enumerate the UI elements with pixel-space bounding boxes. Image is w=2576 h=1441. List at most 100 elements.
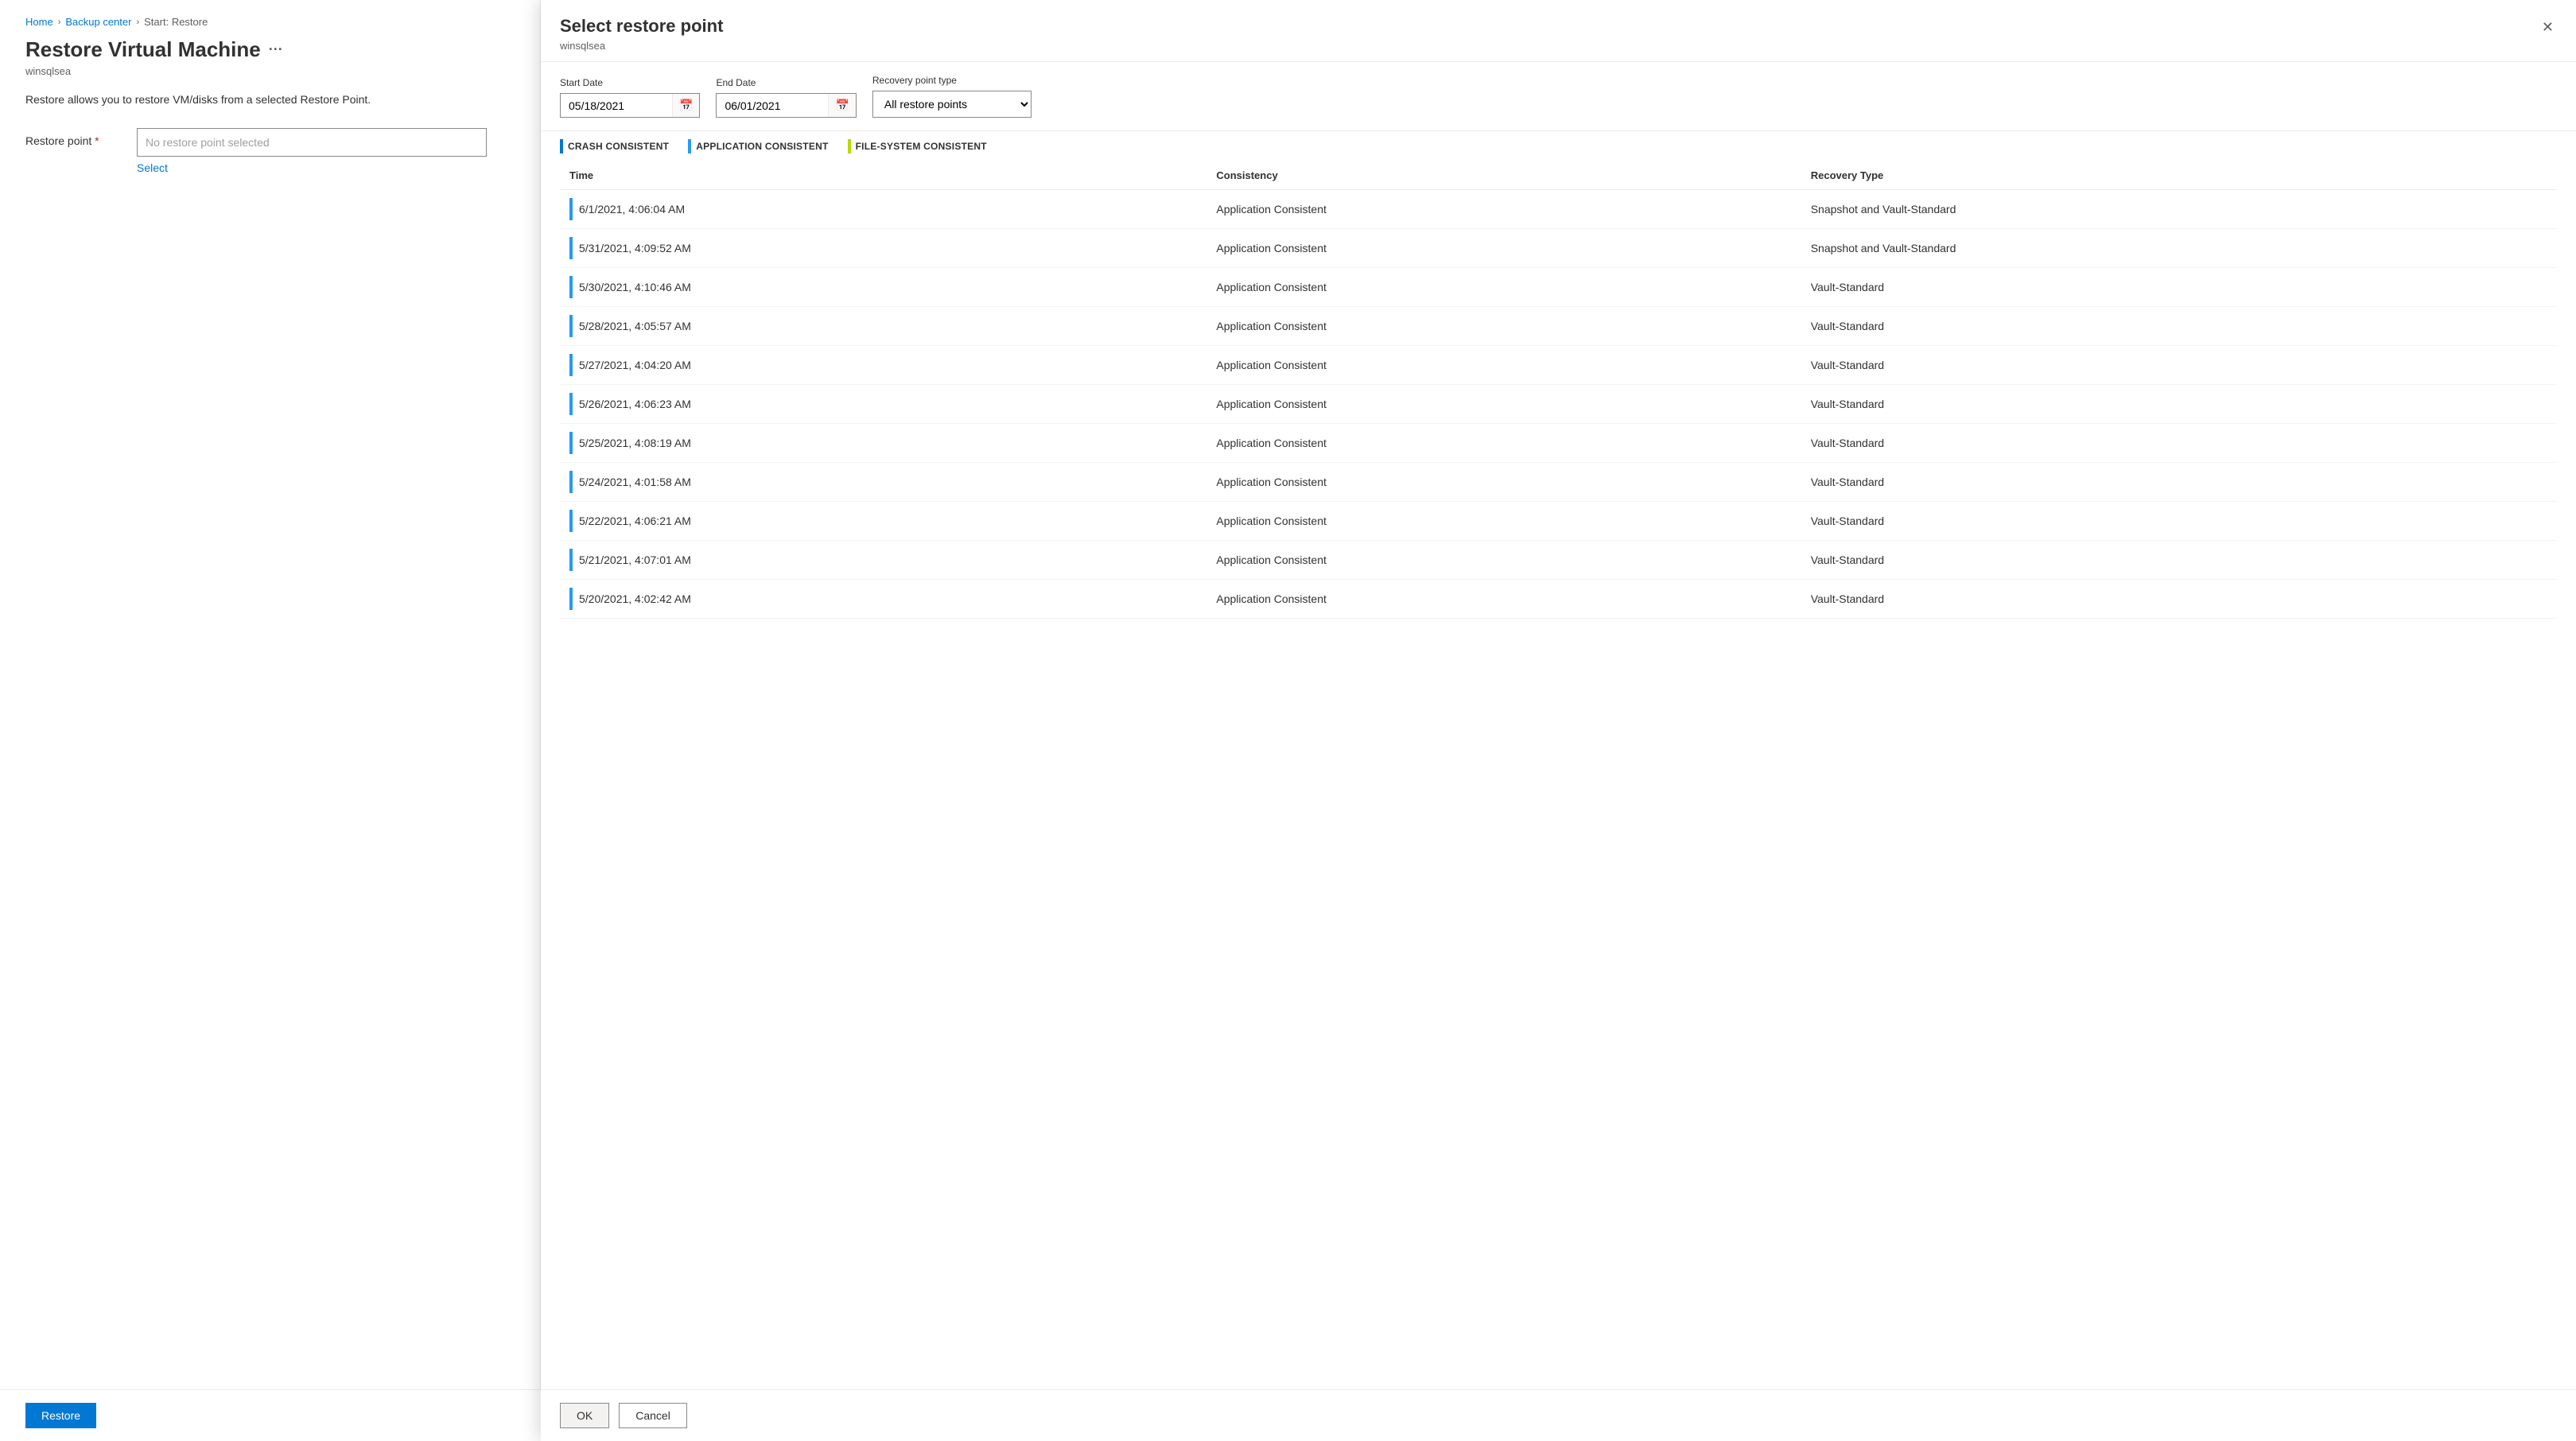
time-cell: 5/21/2021, 4:07:01 AM [560, 541, 1206, 580]
consistency-cell: Application Consistent [1206, 229, 1801, 268]
time-cell: 6/1/2021, 4:06:04 AM [560, 190, 1206, 229]
recovery-type-cell: Vault-Standard [1801, 385, 2557, 424]
bottom-bar: Restore [0, 1389, 541, 1441]
end-date-input[interactable] [717, 95, 828, 117]
consistency-cell: Application Consistent [1206, 307, 1801, 346]
table-row[interactable]: 5/24/2021, 4:01:58 AM Application Consis… [560, 463, 2557, 502]
row-indicator [569, 276, 573, 298]
recovery-type-cell: Vault-Standard [1801, 268, 2557, 307]
restore-points-table-wrap: Time Consistency Recovery Type 6/1/2021,… [541, 161, 2576, 1389]
description-text: Restore allows you to restore VM/disks f… [25, 93, 515, 106]
recovery-type-cell: Snapshot and Vault-Standard [1801, 190, 2557, 229]
table-row[interactable]: 5/25/2021, 4:08:19 AM Application Consis… [560, 424, 2557, 463]
modal-filters: Start Date 📅 End Date 📅 Recovery point t… [541, 62, 2576, 131]
end-date-calendar-icon[interactable]: 📅 [828, 94, 855, 117]
table-row[interactable]: 5/28/2021, 4:05:57 AM Application Consis… [560, 307, 2557, 346]
row-indicator [569, 549, 573, 571]
consistency-cell: Application Consistent [1206, 580, 1801, 619]
recovery-type-cell: Vault-Standard [1801, 424, 2557, 463]
recovery-type-cell: Vault-Standard [1801, 346, 2557, 385]
table-row[interactable]: 5/26/2021, 4:06:23 AM Application Consis… [560, 385, 2557, 424]
row-indicator [569, 354, 573, 376]
time-cell: 5/30/2021, 4:10:46 AM [560, 268, 1206, 307]
recovery-type-label: Recovery point type [872, 75, 1032, 86]
legend: CRASH CONSISTENT APPLICATION CONSISTENT … [541, 131, 2576, 161]
recovery-type-select-wrap: All restore pointsApplication Consistent… [872, 91, 1032, 118]
more-options-icon[interactable]: ··· [269, 41, 283, 58]
breadcrumb-home[interactable]: Home [25, 16, 53, 28]
time-cell: 5/28/2021, 4:05:57 AM [560, 307, 1206, 346]
table-row[interactable]: 5/31/2021, 4:09:52 AM Application Consis… [560, 229, 2557, 268]
time-cell: 5/27/2021, 4:04:20 AM [560, 346, 1206, 385]
recovery-type-cell: Vault-Standard [1801, 502, 2557, 541]
table-row[interactable]: 5/21/2021, 4:07:01 AM Application Consis… [560, 541, 2557, 580]
vm-subtitle: winsqlsea [25, 65, 515, 77]
modal-title: Select restore point [560, 16, 723, 37]
start-date-group: Start Date 📅 [560, 77, 700, 118]
legend-fs: FILE-SYSTEM CONSISTENT [848, 139, 987, 153]
select-link[interactable]: Select [137, 161, 487, 174]
col-header-time: Time [560, 161, 1206, 190]
row-indicator [569, 393, 573, 415]
restore-point-row: Restore point * No restore point selecte… [25, 128, 515, 174]
consistency-cell: Application Consistent [1206, 424, 1801, 463]
recovery-type-cell: Vault-Standard [1801, 580, 2557, 619]
legend-fs-label: FILE-SYSTEM CONSISTENT [856, 141, 987, 152]
restore-point-input[interactable]: No restore point selected [137, 128, 487, 157]
row-indicator [569, 471, 573, 493]
start-date-input-wrap: 📅 [560, 93, 700, 118]
cancel-button[interactable]: Cancel [619, 1403, 687, 1428]
breadcrumb-sep-1: › [58, 17, 61, 27]
start-date-label: Start Date [560, 77, 700, 88]
consistency-cell: Application Consistent [1206, 541, 1801, 580]
end-date-group: End Date 📅 [716, 77, 856, 118]
table-row[interactable]: 5/30/2021, 4:10:46 AM Application Consis… [560, 268, 2557, 307]
table-header-row: Time Consistency Recovery Type [560, 161, 2557, 190]
start-date-calendar-icon[interactable]: 📅 [672, 94, 699, 117]
row-indicator [569, 510, 573, 532]
legend-crash: CRASH CONSISTENT [560, 139, 669, 153]
row-indicator [569, 198, 573, 220]
modal-footer: OK Cancel [541, 1389, 2576, 1441]
legend-crash-label: CRASH CONSISTENT [568, 141, 669, 152]
consistency-cell: Application Consistent [1206, 385, 1801, 424]
recovery-type-select[interactable]: All restore pointsApplication Consistent… [873, 91, 1031, 117]
table-row[interactable]: 5/22/2021, 4:06:21 AM Application Consis… [560, 502, 2557, 541]
consistency-cell: Application Consistent [1206, 268, 1801, 307]
time-cell: 5/24/2021, 4:01:58 AM [560, 463, 1206, 502]
time-cell: 5/25/2021, 4:08:19 AM [560, 424, 1206, 463]
restore-point-label: Restore point * [25, 128, 121, 147]
table-row[interactable]: 5/20/2021, 4:02:42 AM Application Consis… [560, 580, 2557, 619]
recovery-type-cell: Vault-Standard [1801, 541, 2557, 580]
modal-subtitle: winsqlsea [560, 40, 723, 52]
start-date-input[interactable] [561, 95, 672, 117]
consistency-cell: Application Consistent [1206, 502, 1801, 541]
breadcrumb-sep-2: › [136, 17, 139, 27]
breadcrumb: Home › Backup center › Start: Restore [25, 16, 515, 28]
restore-points-table: Time Consistency Recovery Type 6/1/2021,… [560, 161, 2557, 619]
time-cell: 5/22/2021, 4:06:21 AM [560, 502, 1206, 541]
restore-button[interactable]: Restore [25, 1403, 96, 1428]
required-indicator: * [95, 134, 99, 147]
consistency-cell: Application Consistent [1206, 346, 1801, 385]
consistency-cell: Application Consistent [1206, 463, 1801, 502]
table-row[interactable]: 6/1/2021, 4:06:04 AM Application Consist… [560, 190, 2557, 229]
row-indicator [569, 315, 573, 337]
modal-header-text: Select restore point winsqlsea [560, 16, 723, 52]
end-date-label: End Date [716, 77, 856, 88]
recovery-type-cell: Vault-Standard [1801, 463, 2557, 502]
end-date-input-wrap: 📅 [716, 93, 856, 118]
time-cell: 5/31/2021, 4:09:52 AM [560, 229, 1206, 268]
legend-app-label: APPLICATION CONSISTENT [696, 141, 828, 152]
left-panel: Home › Backup center › Start: Restore Re… [0, 0, 541, 1441]
table-row[interactable]: 5/27/2021, 4:04:20 AM Application Consis… [560, 346, 2557, 385]
ok-button[interactable]: OK [560, 1403, 609, 1428]
breadcrumb-backup-center[interactable]: Backup center [65, 16, 131, 28]
main-container: Home › Backup center › Start: Restore Re… [0, 0, 2576, 1441]
breadcrumb-current: Start: Restore [144, 16, 208, 28]
recovery-type-group: Recovery point type All restore pointsAp… [872, 75, 1032, 118]
consistency-cell: Application Consistent [1206, 190, 1801, 229]
recovery-type-cell: Vault-Standard [1801, 307, 2557, 346]
time-cell: 5/20/2021, 4:02:42 AM [560, 580, 1206, 619]
close-button[interactable]: ✕ [2539, 16, 2557, 39]
